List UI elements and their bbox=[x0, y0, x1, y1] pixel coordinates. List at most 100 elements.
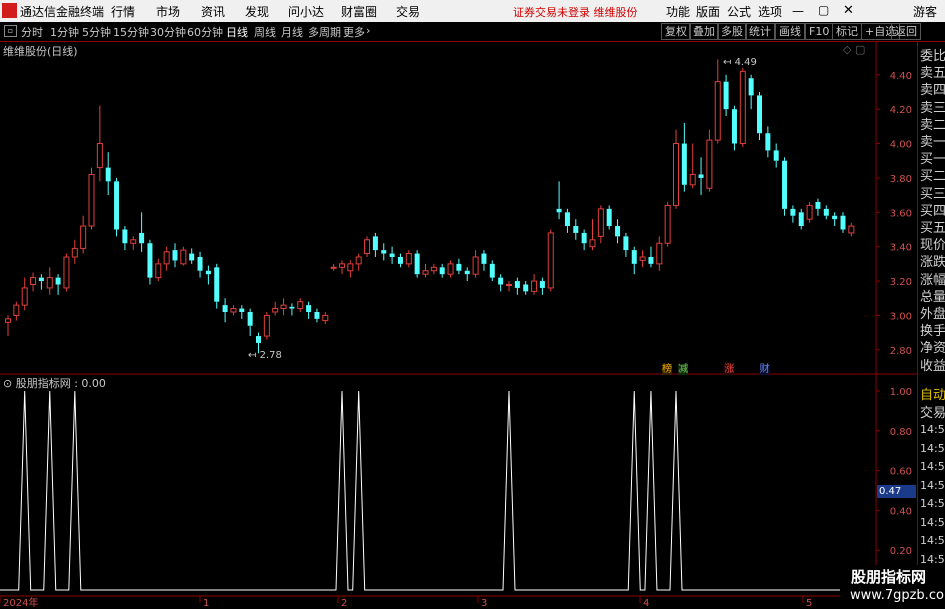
candle bbox=[464, 267, 470, 282]
btn-statistics[interactable]: 统计 bbox=[745, 23, 775, 40]
tab-more[interactable]: 更多 bbox=[343, 24, 365, 40]
candle bbox=[815, 198, 821, 216]
candle bbox=[147, 239, 153, 285]
window-close-icon[interactable]: ✕ bbox=[843, 3, 854, 18]
candle bbox=[606, 205, 612, 230]
btn-multi-stock[interactable]: 多股 bbox=[717, 23, 747, 40]
chart-frame bbox=[0, 41, 917, 597]
tab-30min[interactable]: 30分钟 bbox=[150, 24, 186, 40]
candle bbox=[782, 157, 788, 216]
btn-restore-rights[interactable]: 复权 bbox=[661, 23, 691, 40]
toolbar-menu-icon[interactable]: ▫ bbox=[4, 25, 17, 37]
quote-label-11: 现价 bbox=[920, 238, 945, 254]
candle bbox=[364, 236, 371, 257]
marker-reduce[interactable]: 减 bbox=[678, 364, 689, 375]
more-chevron-icon[interactable]: › bbox=[366, 24, 370, 37]
btn-mark[interactable]: 标记 bbox=[832, 23, 862, 40]
candle bbox=[21, 277, 28, 311]
price-tick-label: 3.20 bbox=[890, 277, 912, 288]
trade-time-6: 14:56 bbox=[920, 534, 945, 547]
candle bbox=[122, 226, 128, 251]
candle bbox=[139, 212, 145, 252]
menu-news[interactable]: 资讯 bbox=[201, 3, 225, 20]
btn-draw[interactable]: 画线 bbox=[775, 23, 805, 40]
candle bbox=[105, 152, 111, 196]
candle bbox=[739, 67, 746, 147]
indicator-line bbox=[0, 390, 876, 591]
candle bbox=[498, 274, 504, 292]
candle bbox=[523, 281, 529, 295]
high-price-label: ↤ 4.49 bbox=[723, 57, 757, 68]
tab-weekly[interactable]: 周线 bbox=[254, 24, 276, 40]
guest-label[interactable]: 游客 bbox=[913, 3, 937, 20]
quote-label-13: 涨幅 bbox=[920, 272, 945, 288]
menu-fortune[interactable]: 财富圈 bbox=[341, 3, 377, 20]
candle bbox=[765, 126, 771, 158]
menu-layout[interactable]: 版面 bbox=[696, 3, 720, 20]
indicator-title: ⊙ 股朋指标网 : 0.00 bbox=[3, 377, 106, 390]
candle bbox=[289, 303, 295, 316]
window-maximize-icon[interactable]: ▢ bbox=[818, 3, 829, 17]
tab-60min[interactable]: 60分钟 bbox=[187, 24, 223, 40]
candle bbox=[163, 246, 170, 271]
candle bbox=[547, 229, 554, 292]
date-axis: 2024年 1 2 3 4 5 bbox=[0, 596, 812, 609]
tab-multi-period[interactable]: 多周期 bbox=[308, 24, 341, 40]
candle bbox=[531, 274, 538, 295]
menu-ask[interactable]: 问小达 bbox=[288, 3, 324, 20]
candle bbox=[189, 248, 195, 264]
btn-f10[interactable]: F10 bbox=[805, 23, 834, 40]
menu-formula[interactable]: 公式 bbox=[727, 3, 751, 20]
candle bbox=[790, 205, 796, 223]
candle bbox=[214, 263, 220, 309]
menu-functions[interactable]: 功能 bbox=[666, 3, 690, 20]
marker-rank[interactable]: 榜 bbox=[662, 364, 672, 375]
candle bbox=[38, 274, 44, 290]
candle bbox=[832, 212, 838, 227]
quote-label-4: 卖二 bbox=[920, 117, 945, 133]
trade-time-1: 14:56 bbox=[920, 441, 945, 455]
tab-timeshare[interactable]: 分时 bbox=[21, 24, 43, 40]
menu-trade[interactable]: 交易 bbox=[396, 3, 420, 20]
tab-5min[interactable]: 5分钟 bbox=[82, 24, 111, 40]
candle bbox=[506, 281, 512, 292]
window-minimize-icon[interactable]: — bbox=[792, 4, 804, 18]
tab-daily[interactable]: 日线 bbox=[226, 24, 248, 40]
menu-exchange[interactable]: 市场 bbox=[156, 3, 180, 20]
indicator-tick-label: 0.40 bbox=[890, 506, 912, 517]
marker-finance[interactable]: 财 bbox=[759, 364, 770, 375]
tab-monthly[interactable]: 月线 bbox=[281, 24, 303, 40]
candle bbox=[489, 260, 495, 282]
candle bbox=[71, 239, 78, 264]
menu-market[interactable]: 行情 bbox=[111, 3, 135, 20]
tab-15min[interactable]: 15分钟 bbox=[113, 24, 149, 40]
candle bbox=[573, 219, 579, 240]
high-price-value: 4.49 bbox=[734, 57, 757, 68]
candle bbox=[314, 308, 320, 323]
indicator-current-value: 0.47 bbox=[877, 485, 916, 498]
price-tick-label: 3.60 bbox=[890, 208, 912, 219]
tab-1min[interactable]: 1分钟 bbox=[50, 24, 79, 40]
quote-label-2: 卖四 bbox=[920, 83, 945, 99]
indicator-label: 股朋指标网 : 0.00 bbox=[15, 377, 106, 390]
event-markers[interactable]: 榜 减 涨 财 bbox=[662, 360, 770, 375]
price-tick-label: 3.40 bbox=[890, 243, 912, 254]
chart-options-icons[interactable]: ◇ ▢ bbox=[843, 43, 865, 56]
candle bbox=[564, 208, 570, 233]
kline-chart[interactable]: 4.40 4.20 4.00 3.80 3.60 3.40 3.20 3.00 2.80 1.0… bbox=[0, 41, 917, 609]
menu-discover[interactable]: 发现 bbox=[245, 3, 269, 20]
login-warning[interactable]: 证券交易未登录 维维股份 bbox=[513, 4, 638, 20]
trade-time-0: 14:56 bbox=[920, 423, 945, 436]
price-axis: 4.40 4.20 4.00 3.80 3.60 3.40 3.20 3.00 2.80 bbox=[876, 71, 912, 357]
menu-options[interactable]: 选项 bbox=[758, 3, 782, 20]
btn-back[interactable]: 返回 bbox=[891, 23, 921, 40]
marker-limit-up[interactable]: 涨 bbox=[724, 364, 735, 375]
quote-label-9: 买四 bbox=[920, 203, 945, 219]
candle bbox=[280, 298, 287, 316]
quote-label-10: 买五 bbox=[920, 221, 945, 236]
btn-overlay[interactable]: 叠加 bbox=[689, 23, 719, 40]
candle bbox=[556, 181, 562, 220]
candle bbox=[589, 219, 596, 251]
candle bbox=[55, 274, 61, 295]
date-tick-label: 2 bbox=[341, 598, 347, 609]
